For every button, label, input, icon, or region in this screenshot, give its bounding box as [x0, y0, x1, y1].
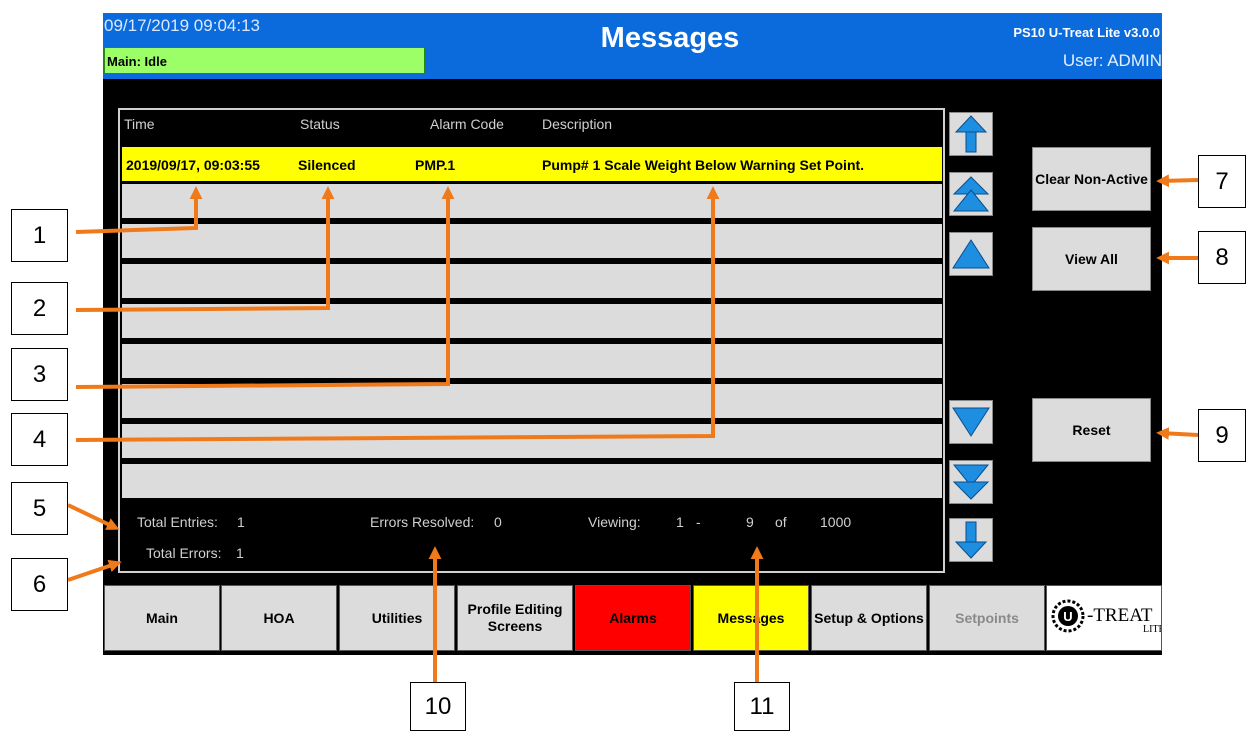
callout-8: 8 — [1198, 231, 1246, 284]
callout-10: 10 — [410, 682, 466, 731]
callout-9: 9 — [1198, 409, 1246, 462]
callout-arrow-7 — [1156, 174, 1199, 188]
callout-arrow-9 — [1156, 427, 1199, 440]
callout-1: 1 — [11, 209, 68, 262]
callout-11: 11 — [734, 682, 790, 731]
callout-2: 2 — [11, 282, 68, 335]
callout-arrow-1 — [75, 186, 203, 234]
callout-5: 5 — [11, 482, 68, 535]
callout-arrow-6 — [67, 559, 122, 582]
callout-arrow-3 — [75, 186, 455, 389]
callout-6: 6 — [11, 558, 68, 611]
callout-arrow-2 — [75, 186, 335, 312]
callout-3: 3 — [11, 348, 68, 401]
callout-arrows — [67, 174, 1199, 682]
callout-7: 7 — [1198, 155, 1246, 208]
callout-4: 4 — [11, 413, 68, 466]
callout-arrow-5 — [67, 503, 120, 530]
